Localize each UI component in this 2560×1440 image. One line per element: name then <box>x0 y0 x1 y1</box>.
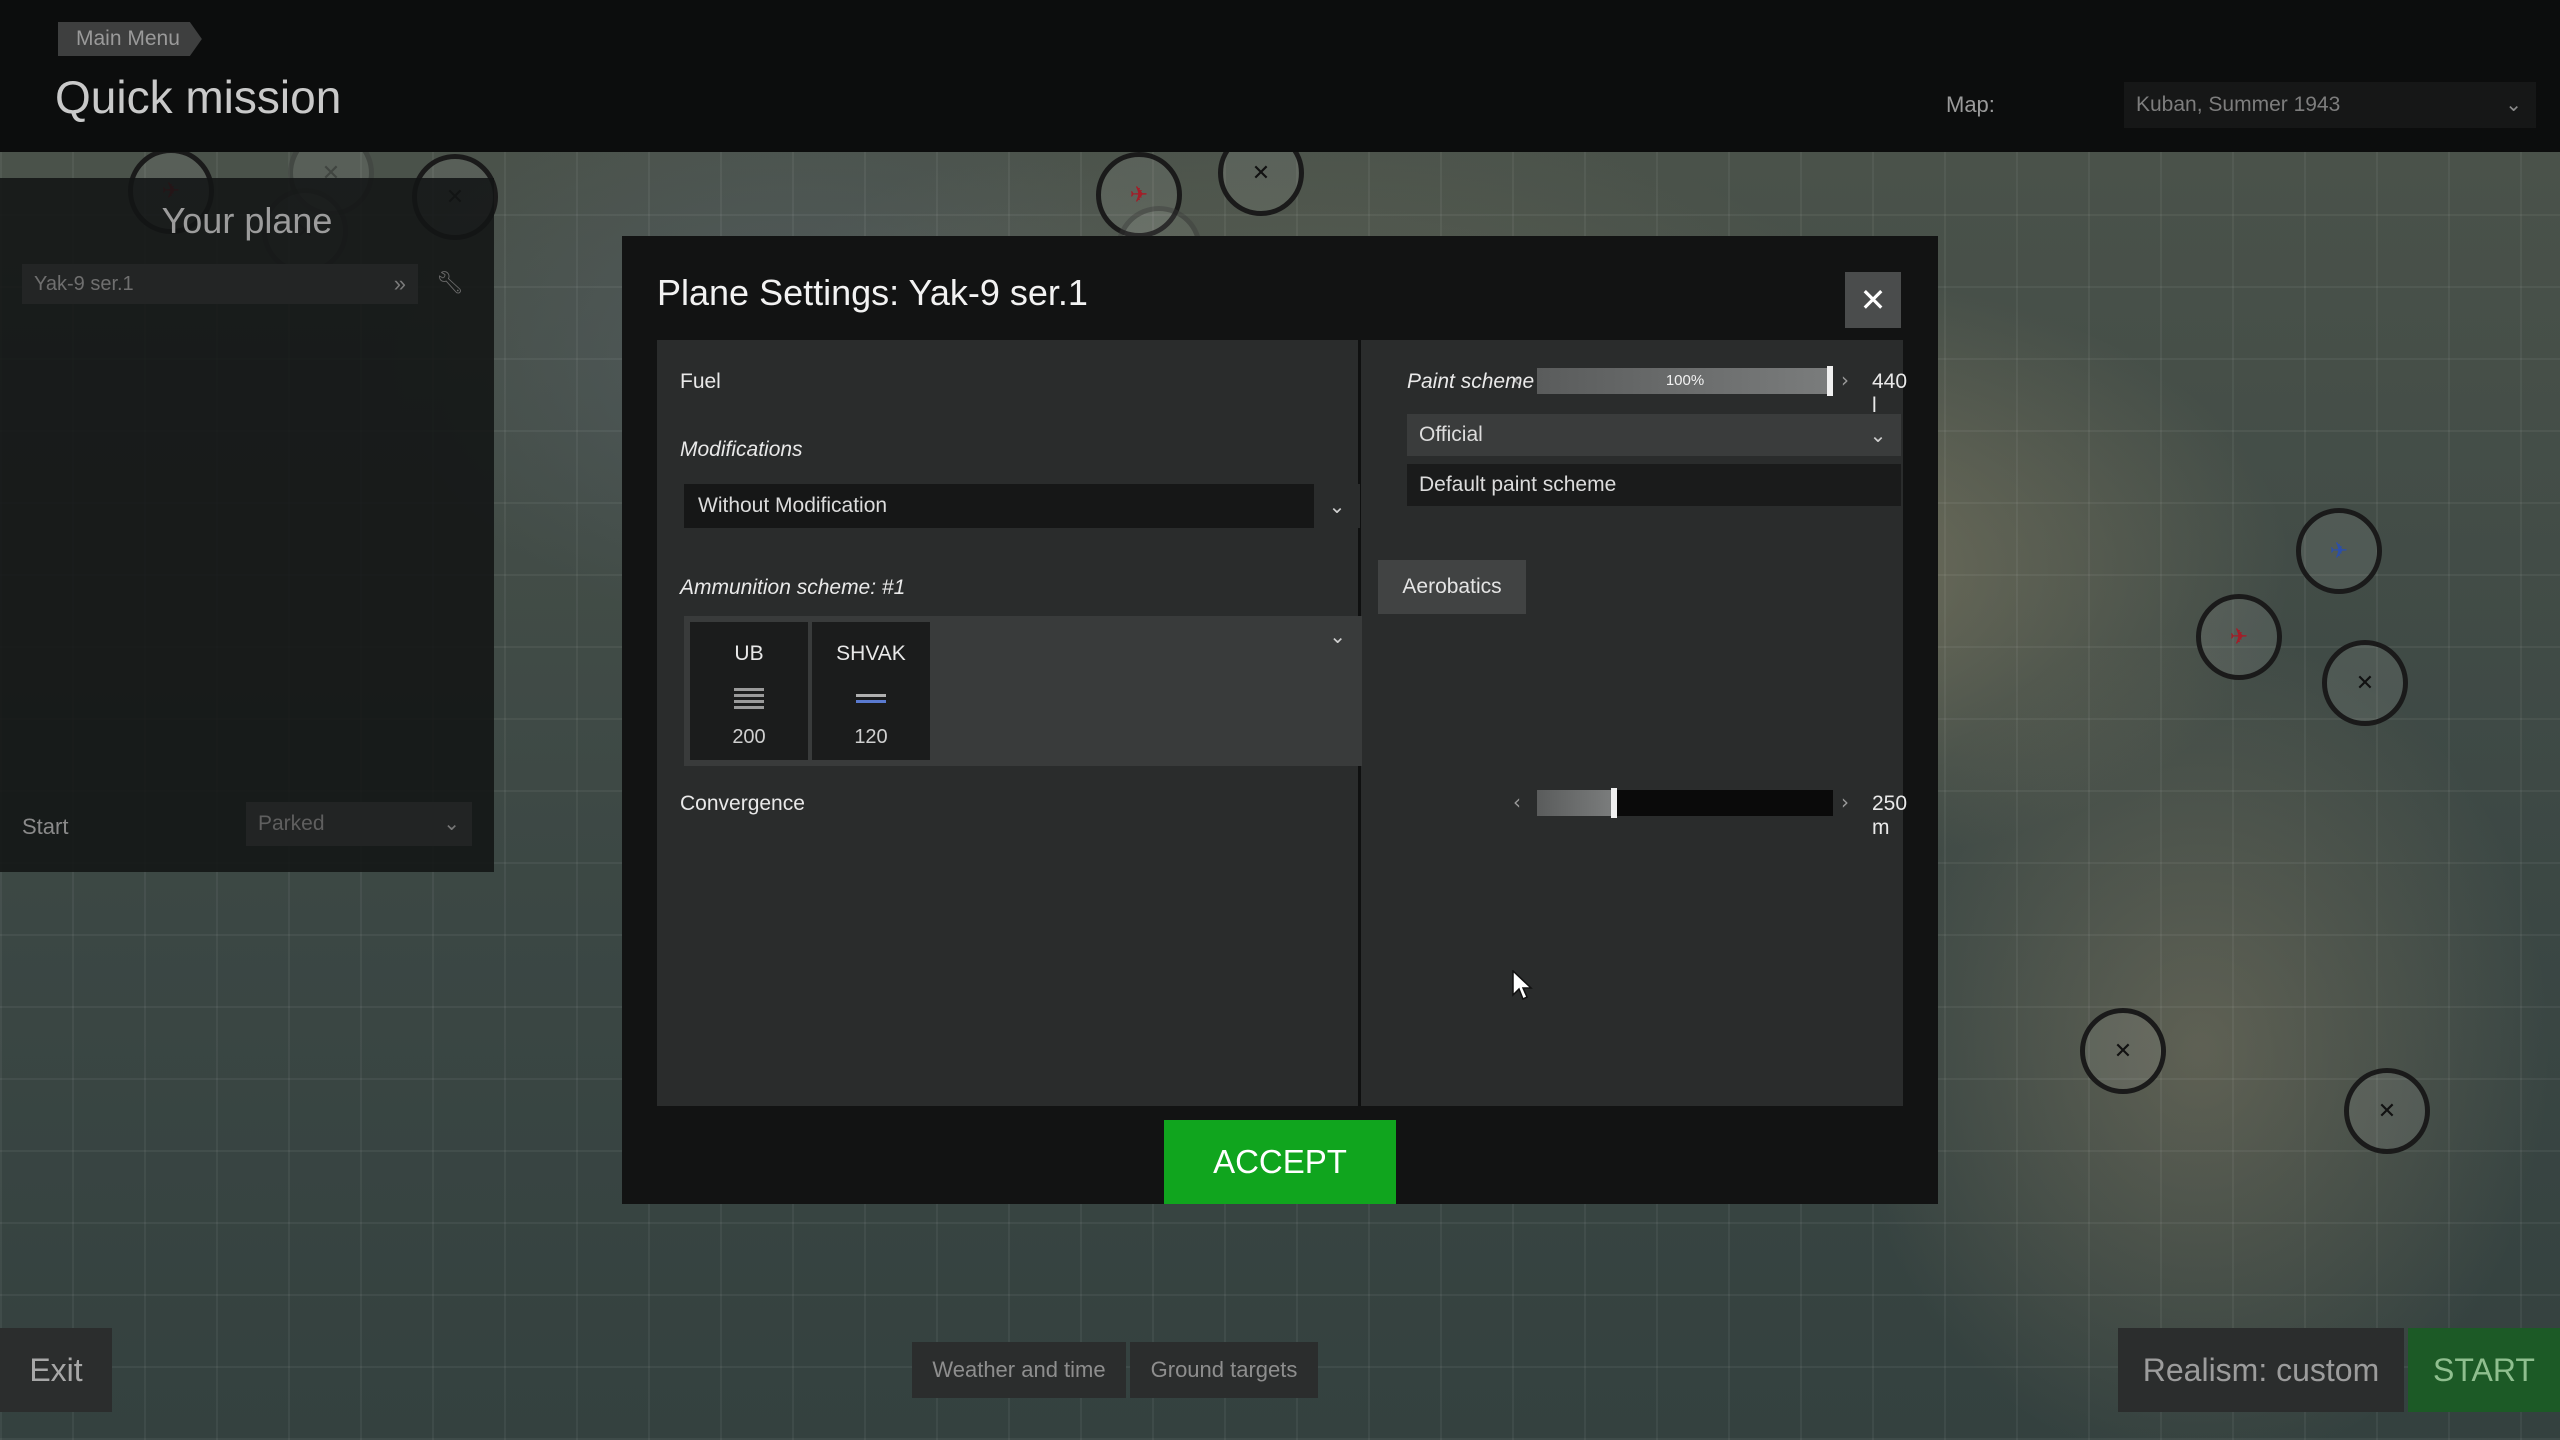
convergence-slider-fill <box>1537 790 1611 816</box>
airfield-marker[interactable]: ✕ <box>2080 1008 2166 1094</box>
paint-scheme-value: Official <box>1419 423 1483 446</box>
modifications-value: Without Modification <box>698 494 888 517</box>
paint-scheme-dropdown[interactable]: Official ⌄ <box>1407 414 1901 456</box>
weapon-name: UB <box>734 642 764 665</box>
airfield-marker[interactable]: ✈ <box>2296 508 2382 594</box>
weapon-ammo-count: 200 <box>732 726 766 748</box>
convergence-slider[interactable] <box>1537 788 1833 818</box>
weapon-card-ub[interactable]: UB 200 <box>690 622 808 760</box>
ground-targets-button[interactable]: Ground targets <box>1130 1342 1318 1398</box>
fuel-label: Fuel <box>680 370 721 393</box>
paint-scheme-label: Paint scheme <box>1407 370 1535 393</box>
plane-select[interactable]: Yak-9 ser.1 » <box>22 264 418 304</box>
aerobatics-button[interactable]: Aerobatics <box>1378 560 1526 614</box>
map-select[interactable]: Kuban, Summer 1943 ⌄ <box>2124 82 2536 128</box>
convergence-value: 250 m <box>1872 792 1908 839</box>
fuel-amount: 440 l <box>1872 370 1908 417</box>
wrench-icon[interactable]: 🔧︎ <box>436 270 464 296</box>
your-plane-title: Your plane <box>161 200 333 241</box>
realism-button[interactable]: Realism: custom <box>2118 1328 2404 1412</box>
map-label: Map: <box>1946 92 1995 117</box>
weapon-card-shvak[interactable]: SHVAK 120 <box>812 622 930 760</box>
close-button[interactable]: ✕ <box>1845 272 1901 328</box>
modifications-dropdown[interactable]: Without Modification ⌄ <box>684 484 1360 528</box>
modifications-label: Modifications <box>680 438 803 461</box>
chevron-down-icon: ⌄ <box>1869 423 1887 447</box>
map-select-value: Kuban, Summer 1943 <box>2136 93 2341 116</box>
fuel-percent: 100% <box>1665 372 1705 389</box>
fuel-slider[interactable]: 100% <box>1537 366 1833 396</box>
start-select-value: Parked <box>258 812 325 835</box>
airfield-marker[interactable]: ✕ <box>2344 1068 2430 1154</box>
plane-settings-dialog: Plane Settings: Yak-9 ser.1 ✕ Fuel ‹ 100… <box>622 236 1938 1204</box>
page-title: Quick mission <box>55 71 342 123</box>
airfield-marker[interactable]: ✈ <box>2196 594 2282 680</box>
chevron-down-icon: ⌄ <box>2505 94 2522 116</box>
top-bar: Main Menu Quick mission Map: Kuban, Summ… <box>0 0 2560 152</box>
ammunition-scheme-label: Ammunition scheme: #1 <box>680 576 906 599</box>
ammo-belt-icon <box>734 688 764 712</box>
ammo-belt-icon <box>856 694 886 718</box>
accept-button[interactable]: ACCEPT <box>1164 1120 1396 1204</box>
ammunition-panel[interactable]: ⌄ UB 200 SHVAK 120 <box>684 616 1362 766</box>
chevron-down-icon[interactable]: ⌄ <box>1329 624 1346 648</box>
close-icon: ✕ <box>1859 281 1887 319</box>
weapon-ammo-count: 120 <box>854 726 888 748</box>
paint-option-default[interactable]: Default paint scheme <box>1407 464 1901 506</box>
weather-and-time-button[interactable]: Weather and time <box>912 1342 1126 1398</box>
convergence-decrease-arrow[interactable]: ‹ <box>1513 790 1521 814</box>
dialog-title: Plane Settings: Yak-9 ser.1 <box>657 272 1088 313</box>
start-mission-button[interactable]: START <box>2408 1328 2560 1412</box>
your-plane-panel: Your plane Yak-9 ser.1 » 🔧︎ Start Parked… <box>0 178 494 872</box>
chevron-down-icon: ⌄ <box>443 813 460 835</box>
double-chevron-right-icon: » <box>393 271 406 296</box>
dialog-body: Fuel ‹ 100% › 440 l Modifications Withou… <box>657 340 1907 1106</box>
exit-button[interactable]: Exit <box>0 1328 112 1412</box>
convergence-label: Convergence <box>680 792 805 815</box>
convergence-slider-handle[interactable] <box>1611 788 1617 818</box>
weapon-name: SHVAK <box>836 642 906 665</box>
start-select[interactable]: Parked ⌄ <box>246 802 472 846</box>
breadcrumb-main-menu[interactable]: Main Menu <box>58 22 202 56</box>
plane-select-value: Yak-9 ser.1 <box>34 273 134 295</box>
chevron-down-icon: ⌄ <box>1314 484 1360 528</box>
airfield-marker[interactable]: ✕ <box>2322 640 2408 726</box>
start-label: Start <box>22 814 69 839</box>
mouse-cursor-icon <box>1512 970 1533 1001</box>
fuel-increase-arrow[interactable]: › <box>1841 368 1849 392</box>
paint-option-label: Default paint scheme <box>1419 473 1617 496</box>
convergence-increase-arrow[interactable]: › <box>1841 790 1849 814</box>
